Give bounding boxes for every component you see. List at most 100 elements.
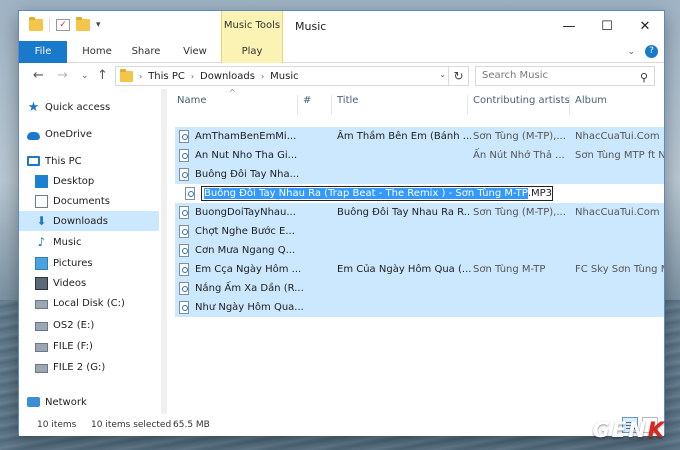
expand-ribbon-icon[interactable]: ⌄ — [627, 47, 635, 57]
file-row[interactable]: Em Cça Ngày Hôm ... Em Của Ngày Hôm Qua … — [175, 260, 664, 279]
nav-item-documents[interactable]: Documents — [19, 191, 159, 211]
up-arrow-icon[interactable]: ↑ — [97, 68, 108, 83]
tab-play[interactable]: Play — [221, 41, 283, 63]
file-row[interactable]: Như Ngày Hôm Qua... — [175, 298, 664, 317]
file-artists — [473, 279, 571, 298]
file-row[interactable]: Chợt Nghe Bước E... — [175, 222, 664, 241]
file-artists — [473, 222, 571, 241]
splitter-handle[interactable] — [161, 89, 167, 414]
ribbon-right-controls: ⌄ ? — [627, 45, 658, 58]
file-title — [337, 146, 471, 165]
forward-arrow-icon[interactable]: → — [57, 68, 68, 83]
back-arrow-icon[interactable]: ← — [33, 68, 44, 83]
column-header-album[interactable]: Album — [575, 95, 607, 115]
recent-locations-icon[interactable]: ⌄ — [81, 71, 89, 81]
nav-item-file2-g[interactable]: FILE 2 (G:) — [19, 357, 159, 377]
column-header-number[interactable]: # — [303, 95, 311, 115]
file-list: ^ Name # Title Contributing artists Albu… — [169, 89, 664, 414]
file-album: NhacCuaTui.Com — [575, 131, 660, 142]
tab-view[interactable]: View — [175, 41, 215, 63]
address-field[interactable]: › This PC › Downloads › Music ⌄ ↻ — [115, 66, 469, 86]
toolbar-divider — [49, 18, 50, 32]
address-history-icon[interactable]: ⌄ — [439, 70, 446, 79]
file-row[interactable]: AmThamBenEmMi... Âm Thầm Bên Em (Bánh ..… — [175, 127, 664, 146]
nav-label: FILE 2 (G:) — [53, 361, 106, 373]
column-divider[interactable] — [331, 95, 332, 115]
file-title: Buông Đôi Tay Nhau Ra R... — [337, 207, 471, 218]
file-title — [337, 279, 471, 298]
close-button[interactable]: ✕ — [626, 11, 664, 41]
nav-item-music[interactable]: ♪ Music — [19, 232, 159, 252]
file-name: BuongDoiTayNhau... — [195, 207, 296, 218]
cloud-icon — [27, 131, 40, 140]
folder-icon[interactable] — [29, 17, 43, 31]
customize-toolbar-icon[interactable]: ▾ — [96, 20, 101, 30]
tab-file[interactable]: File — [19, 41, 67, 63]
audio-file-icon — [179, 225, 189, 238]
nav-item-onedrive[interactable]: OneDrive — [19, 124, 159, 144]
chevron-right-icon[interactable]: › — [191, 72, 194, 81]
file-artists: Sơn Tùng (M-TP),... — [473, 207, 566, 218]
nav-label: OS2 (E:) — [53, 319, 95, 331]
file-album: FC Sky Sơn Tùng M — [575, 264, 664, 275]
audio-file-icon — [179, 149, 189, 162]
tab-home[interactable]: Home — [77, 41, 117, 63]
column-divider[interactable] — [569, 95, 570, 115]
item-count: 10 items — [37, 420, 77, 430]
maximize-button[interactable]: ☐ — [588, 11, 626, 41]
file-name: Nắng Ấm Xa Dần (R... — [195, 283, 304, 294]
file-album — [575, 279, 664, 298]
file-row[interactable]: BuongDoiTayNhau... Buông Đôi Tay Nhau Ra… — [175, 203, 664, 222]
nav-item-local-disk-c[interactable]: Local Disk (C:) — [19, 293, 159, 313]
rename-input[interactable]: Buông Đôi Tay Nhau Ra (Trap Beat - The R… — [201, 186, 553, 201]
nav-item-videos[interactable]: Videos — [19, 273, 159, 293]
context-tab-group-label: Music Tools — [221, 11, 283, 41]
nav-item-network[interactable]: Network — [19, 392, 159, 412]
new-folder-icon[interactable] — [76, 17, 90, 31]
breadcrumb-music[interactable]: Music — [270, 71, 298, 82]
audio-file-icon — [179, 206, 189, 219]
nav-item-downloads[interactable]: ⬇ Downloads — [19, 211, 159, 231]
file-artists: Sơn Tùng M-TP — [473, 264, 546, 275]
audio-file-icon — [179, 282, 189, 295]
logo-text: GEN — [592, 418, 648, 442]
refresh-icon[interactable]: ↻ — [448, 67, 468, 85]
chevron-right-icon[interactable]: › — [261, 72, 264, 81]
column-divider[interactable] — [467, 95, 468, 115]
disk-icon — [35, 321, 48, 331]
column-header-name[interactable]: Name — [177, 95, 207, 115]
file-row[interactable]: An Nut Nho Tha Gi... Ấn Nút Nhớ Thả ... … — [175, 146, 664, 165]
search-input[interactable]: Search Music ⚲ — [475, 66, 655, 86]
breadcrumb-downloads[interactable]: Downloads — [200, 71, 255, 82]
nav-item-quick-access[interactable]: ★ Quick access — [19, 97, 159, 117]
nav-label: Desktop — [53, 175, 95, 187]
file-name: Chợt Nghe Bước E... — [195, 226, 295, 237]
pictures-icon — [35, 256, 48, 270]
file-row[interactable]: Nắng Ấm Xa Dần (R... — [175, 279, 664, 298]
pane-splitter[interactable] — [159, 89, 169, 414]
quick-access-toolbar: ✓ ▾ — [29, 17, 101, 32]
nav-item-this-pc[interactable]: This PC — [19, 151, 159, 171]
tab-share[interactable]: Share — [125, 41, 167, 63]
address-bar-row: ← → ⌄ ↑ › This PC › Downloads › Music ⌄ … — [19, 63, 664, 89]
nav-item-file-f[interactable]: FILE (F:) — [19, 336, 159, 356]
column-header-title[interactable]: Title — [337, 95, 358, 115]
file-name: An Nut Nho Tha Gi... — [195, 150, 298, 161]
file-row-renaming[interactable]: Buông Đôi Tay Nhau Ra (Trap Beat - The R… — [175, 184, 664, 203]
file-name: Như Ngày Hôm Qua... — [195, 302, 304, 313]
audio-file-icon — [179, 168, 189, 181]
nav-item-desktop[interactable]: Desktop — [19, 171, 159, 191]
nav-item-pictures[interactable]: Pictures — [19, 253, 159, 273]
star-icon: ★ — [27, 99, 40, 115]
properties-icon[interactable]: ✓ — [56, 19, 70, 31]
file-title — [337, 298, 471, 317]
file-row[interactable]: Buông Đôi Tay Nha... — [175, 165, 664, 184]
help-icon[interactable]: ? — [645, 45, 658, 58]
column-divider[interactable] — [297, 95, 298, 115]
minimize-button[interactable]: — — [550, 11, 588, 41]
search-icon: ⚲ — [639, 71, 648, 84]
column-header-artists[interactable]: Contributing artists — [473, 95, 570, 115]
breadcrumb-this-pc[interactable]: This PC — [148, 71, 185, 82]
file-row[interactable]: Cơn Mưa Ngang Q... — [175, 241, 664, 260]
nav-item-os2-e[interactable]: OS2 (E:) — [19, 315, 159, 335]
